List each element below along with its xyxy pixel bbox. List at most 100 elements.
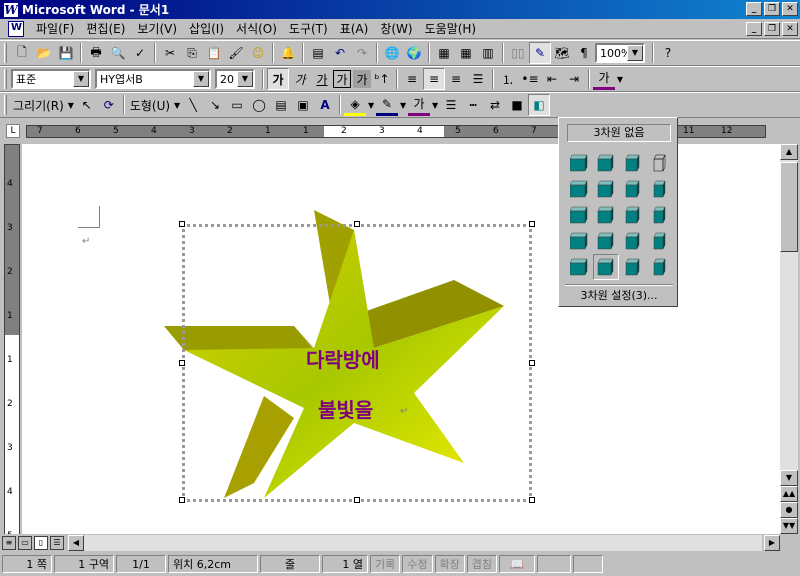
chevron-down-icon[interactable]: ▼	[193, 71, 209, 87]
3d-style-option[interactable]	[645, 202, 671, 228]
print-icon[interactable]: 🖶	[85, 42, 107, 64]
autoshapes-button[interactable]: 도형(U)	[128, 97, 172, 114]
new-doc-icon[interactable]: 🗋	[11, 42, 33, 64]
increase-indent-icon[interactable]: ⇥	[563, 68, 585, 90]
chevron-down-icon[interactable]: ▼	[172, 94, 182, 116]
document-map-icon[interactable]: 🗺	[551, 42, 573, 64]
3d-style-option[interactable]	[619, 176, 645, 202]
3d-style-option[interactable]	[619, 202, 645, 228]
restore-button[interactable]: ❐	[764, 2, 780, 16]
char-shading-button[interactable]: 가	[353, 70, 371, 88]
minimize-button[interactable]: _	[746, 2, 762, 16]
shadow-icon[interactable]: ■	[506, 94, 528, 116]
underline-button[interactable]: 가	[311, 68, 333, 90]
hyperlink-icon[interactable]: 🌍	[403, 42, 425, 64]
chevron-down-icon[interactable]: ▼	[237, 71, 253, 87]
spelling-status-icon[interactable]: 📖	[499, 555, 535, 573]
3d-style-option[interactable]	[567, 202, 593, 228]
3d-style-option[interactable]	[567, 150, 593, 176]
resize-handle[interactable]	[354, 221, 360, 227]
chevron-down-icon[interactable]: ▼	[398, 94, 408, 116]
3d-style-option[interactable]	[567, 176, 593, 202]
save-icon[interactable]: 💾	[55, 42, 77, 64]
menu-insert[interactable]: 삽입(I)	[183, 20, 230, 37]
status-ovr[interactable]: 겹침	[466, 555, 497, 573]
drawing-font-color-button[interactable]: 가	[408, 94, 431, 116]
scroll-left-icon[interactable]: ◀	[68, 535, 84, 551]
font-combo[interactable]: HY엽서B ▼	[95, 69, 211, 89]
align-center-icon[interactable]: ≡	[423, 68, 445, 90]
print-preview-icon[interactable]: 🔍	[107, 42, 129, 64]
resize-handle[interactable]	[529, 360, 535, 366]
3d-style-option[interactable]	[645, 254, 671, 280]
3d-style-option[interactable]	[567, 228, 593, 254]
insert-table-icon[interactable]: ▦	[455, 42, 477, 64]
insert-excel-icon[interactable]: ▥	[477, 42, 499, 64]
wordart-text-line1[interactable]: 다락방에	[306, 344, 380, 373]
phonetic-icon[interactable]: ᵇ↑	[371, 68, 393, 90]
scroll-right-icon[interactable]: ▶	[764, 535, 780, 551]
online-layout-icon[interactable]: ▭	[18, 536, 32, 550]
resize-handle[interactable]	[354, 497, 360, 503]
bell-icon[interactable]: 🔔	[277, 42, 299, 64]
resize-handle[interactable]	[529, 497, 535, 503]
wordart-icon[interactable]: A	[314, 94, 336, 116]
no-3d-button[interactable]: 3차원 없음	[567, 124, 671, 142]
normal-view-icon[interactable]: ≡	[2, 536, 16, 550]
3d-style-option[interactable]	[593, 254, 619, 280]
arrow-style-icon[interactable]: ⇄	[484, 94, 506, 116]
decrease-indent-icon[interactable]: ⇤	[541, 68, 563, 90]
3d-style-option[interactable]	[645, 176, 671, 202]
redo-icon[interactable]: ↷	[351, 42, 373, 64]
browse-object-icon[interactable]: ●	[780, 502, 798, 518]
3d-style-option[interactable]	[593, 176, 619, 202]
chevron-down-icon[interactable]: ▼	[66, 94, 76, 116]
tab-selector[interactable]: L	[6, 124, 20, 138]
open-folder-icon[interactable]: 📂	[33, 42, 55, 64]
font-size-combo[interactable]: 20 ▼	[215, 69, 255, 89]
select-pointer-icon[interactable]: ↖	[76, 94, 98, 116]
scroll-down-icon[interactable]: ▼	[780, 470, 798, 486]
columns-layout-icon[interactable]: ▯▯	[507, 42, 529, 64]
show-hide-icon[interactable]: ¶	[573, 42, 595, 64]
menu-help[interactable]: 도움말(H)	[419, 20, 483, 37]
format-painter-icon[interactable]: 🖌	[225, 42, 247, 64]
chevron-down-icon[interactable]: ▼	[366, 94, 376, 116]
3d-style-option[interactable]	[645, 150, 671, 176]
document-icon[interactable]	[8, 20, 24, 37]
bold-button[interactable]: 가	[267, 68, 289, 90]
chevron-down-icon[interactable]: ▼	[615, 68, 625, 90]
3d-style-option[interactable]	[619, 228, 645, 254]
cut-icon[interactable]: ✂	[159, 42, 181, 64]
oval-icon[interactable]: ◯	[248, 94, 270, 116]
prev-page-icon[interactable]: ▲▲	[780, 486, 798, 502]
line-color-icon[interactable]: ✎	[376, 94, 399, 116]
3d-icon[interactable]: ◧	[528, 94, 551, 116]
status-rec[interactable]: 기록	[370, 555, 401, 573]
3d-settings-button[interactable]: 3차원 설정(3)...	[563, 288, 675, 304]
scroll-thumb[interactable]	[780, 162, 798, 252]
numbering-icon[interactable]: ⒈	[497, 68, 519, 90]
3d-style-option[interactable]	[593, 202, 619, 228]
scroll-up-icon[interactable]: ▲	[780, 144, 798, 160]
menu-format[interactable]: 서식(O)	[230, 20, 283, 37]
3d-style-option[interactable]	[645, 228, 671, 254]
resize-handle[interactable]	[179, 221, 185, 227]
rectangle-icon[interactable]: ▭	[226, 94, 248, 116]
horizontal-scroll-track[interactable]	[84, 535, 762, 551]
free-rotate-icon[interactable]: ⟳	[98, 94, 120, 116]
resize-handle[interactable]	[529, 221, 535, 227]
3d-style-option[interactable]	[593, 228, 619, 254]
status-ext[interactable]: 확장	[434, 555, 465, 573]
close-button[interactable]: ✕	[782, 2, 798, 16]
next-page-icon[interactable]: ▼▼	[780, 518, 798, 534]
draw-menu-button[interactable]: 그리기(R)	[11, 97, 66, 114]
zoom-combo[interactable]: 100% ▼	[595, 43, 645, 63]
page-layout-icon[interactable]: ▯	[34, 536, 48, 550]
align-right-icon[interactable]: ≡	[445, 68, 467, 90]
globe-icon[interactable]: 🌐	[381, 42, 403, 64]
doc-restore-button[interactable]: ❐	[764, 22, 780, 36]
3d-style-option[interactable]	[619, 150, 645, 176]
doc-close-button[interactable]: ✕	[782, 22, 798, 36]
justify-icon[interactable]: ☰	[467, 68, 489, 90]
